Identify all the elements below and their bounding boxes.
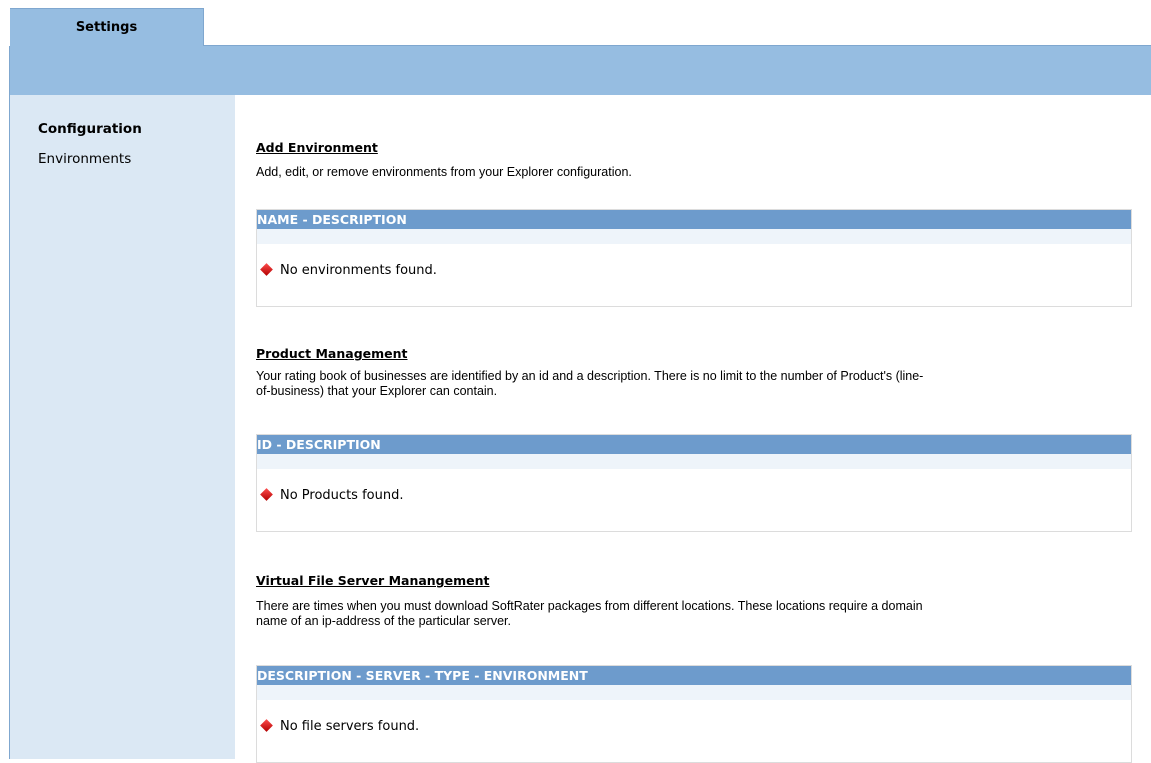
empty-row: No Products found. <box>257 469 1131 531</box>
section-description: Add, edit, or remove environments from y… <box>256 165 632 179</box>
sidebar-item-configuration[interactable]: Configuration <box>38 121 142 137</box>
red-diamond-icon <box>260 263 273 276</box>
empty-message: No file servers found. <box>280 719 420 734</box>
section-description-line-1: There are times when you must download S… <box>256 599 923 613</box>
table-subheader <box>257 454 1131 469</box>
tab-settings-label: Settings <box>75 20 138 35</box>
environments-table: NAME - DESCRIPTION No environments found… <box>256 209 1132 307</box>
empty-message: No Products found. <box>280 488 404 503</box>
table-header: ID - DESCRIPTION <box>257 435 1131 454</box>
header-band <box>10 46 1151 95</box>
section-description-line-2: name of an ip-address of the particular … <box>256 614 511 628</box>
empty-row: No file servers found. <box>257 700 1131 762</box>
red-diamond-icon <box>260 719 273 732</box>
table-header: NAME - DESCRIPTION <box>257 210 1131 229</box>
table-header: DESCRIPTION - SERVER - TYPE - ENVIRONMEN… <box>257 666 1131 685</box>
table-subheader <box>257 229 1131 244</box>
section-description-line-1: Your rating book of businesses are ident… <box>256 369 924 383</box>
products-table: ID - DESCRIPTION No Products found. <box>256 434 1132 532</box>
file-servers-table: DESCRIPTION - SERVER - TYPE - ENVIRONMEN… <box>256 665 1132 763</box>
section-description-line-2: of-business) that your Explorer can cont… <box>256 384 498 398</box>
top-bar: Settings <box>0 0 1151 95</box>
section-title-add-environment: Add Environment <box>256 140 378 155</box>
empty-row: No environments found. <box>257 244 1131 306</box>
sidebar: Configuration Environments <box>10 95 235 759</box>
section-title-product-management: Product Management <box>256 346 408 361</box>
tab-settings[interactable]: Settings <box>10 8 204 46</box>
empty-message: No environments found. <box>280 263 437 278</box>
table-subheader <box>257 685 1131 700</box>
red-diamond-icon <box>260 488 273 501</box>
sidebar-item-environments[interactable]: Environments <box>38 151 131 167</box>
section-title-virtual-file-server: Virtual File Server Manangement <box>256 573 490 588</box>
